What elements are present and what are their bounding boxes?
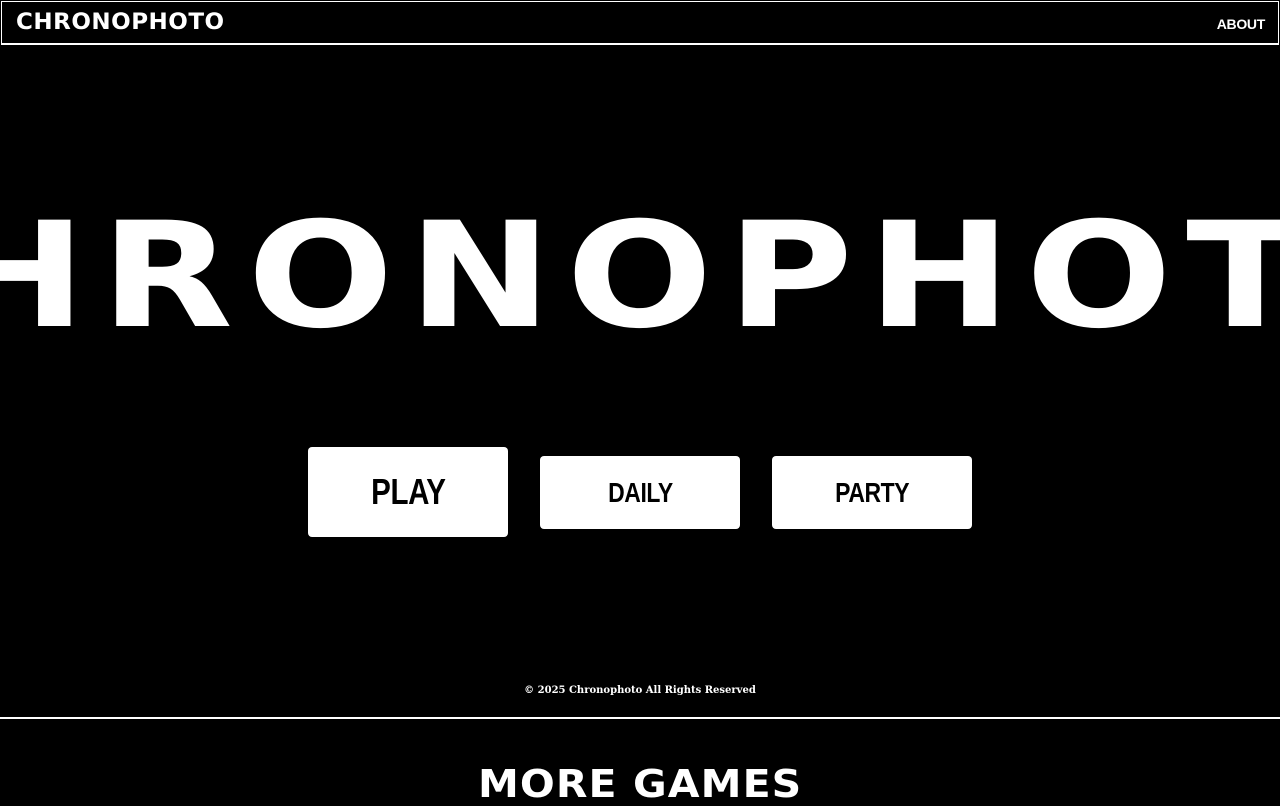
hero-title: CHRONOPHOTO xyxy=(0,215,1280,361)
party-button[interactable]: PARTY xyxy=(772,456,972,529)
daily-button[interactable]: DAILY xyxy=(540,456,740,529)
nav-about-link[interactable]: ABOUT xyxy=(1217,15,1266,33)
section-divider xyxy=(0,717,1280,719)
copyright-text: © 2025 Chronophoto All Rights Reserved xyxy=(524,685,756,696)
hero-banner: CHRONOPHOTO xyxy=(0,215,1280,365)
daily-button-label: DAILY xyxy=(607,476,673,508)
more-games-heading: MORE GAMES xyxy=(0,762,1280,806)
more-games-heading-text: MORE GAMES xyxy=(477,762,803,806)
play-button[interactable]: PLAY xyxy=(308,447,508,537)
play-button-label: PLAY xyxy=(370,471,446,512)
brand-logo-link[interactable]: CHRONOPHOTO xyxy=(16,9,225,36)
party-button-label: PARTY xyxy=(834,476,910,508)
top-nav-bar: CHRONOPHOTO ABOUT xyxy=(1,1,1279,45)
